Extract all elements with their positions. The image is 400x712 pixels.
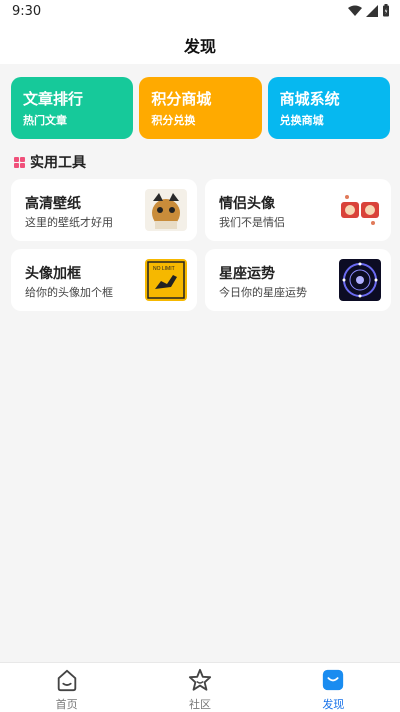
card-title: 积分商城 [151,90,212,108]
signal-icon [366,4,378,17]
status-bar: 9:30 [0,0,400,24]
shopping-bag-icon [323,669,344,691]
tool-subtitle: 这里的壁纸才好用 [25,216,113,229]
section-title: 实用工具 [30,155,86,171]
tool-hd-wallpaper[interactable]: 高清壁纸 这里的壁纸才好用 [11,179,197,241]
couple-avatar-thumbnail [339,189,381,231]
tab-label: 发现 [322,698,345,711]
bottom-tab-bar: 首页 社区 发现 [0,662,400,712]
sign-text: NO LIMIT [153,266,175,272]
tool-title: 高清壁纸 [25,196,81,212]
tool-couple-avatar[interactable]: 情侣头像 我们不是情侣 [205,179,391,241]
feature-cards: 文章排行 热门文章 积分商城 积分兑换 商城系统 兑换商城 [11,77,390,139]
top-bar: 发现 [0,24,400,64]
tab-label: 社区 [188,698,211,711]
tool-title: 星座运势 [219,266,275,282]
section-header: 实用工具 [14,152,86,172]
tool-subtitle: 给你的头像加个框 [25,286,113,299]
wallpaper-thumbnail [145,189,187,231]
card-subtitle: 兑换商城 [279,114,324,127]
tab-discover[interactable]: 发现 [267,663,400,712]
card-points-mall[interactable]: 积分商城 积分兑换 [139,77,262,139]
tool-avatar-frame[interactable]: 头像加框 给你的头像加个框 NO LIMIT [11,249,197,311]
card-subtitle: 热门文章 [23,114,67,127]
wifi-icon [348,5,362,16]
tool-subtitle: 我们不是情侣 [219,216,285,229]
avatar-frame-thumbnail: NO LIMIT [145,259,187,301]
status-icons [348,4,390,17]
card-article-ranking[interactable]: 文章排行 热门文章 [11,77,134,139]
card-subtitle: 积分兑换 [151,114,196,127]
card-mall-system[interactable]: 商城系统 兑换商城 [267,77,390,139]
page-title: 发现 [183,37,216,56]
tab-community[interactable]: 社区 [133,663,266,712]
status-time: 9:30 [12,4,42,19]
tab-label: 首页 [55,698,78,711]
home-icon [57,669,76,692]
card-title: 商城系统 [279,90,340,108]
tool-horoscope[interactable]: 星座运势 今日你的星座运势 [205,249,391,311]
tool-title: 头像加框 [25,266,81,282]
tools-grid: 高清壁纸 这里的壁纸才好用 情侣头像 我们不是情侣 头像加框 给你的头像加个框 … [11,179,391,311]
tool-title: 情侣头像 [219,196,275,212]
star-icon [188,668,212,691]
horoscope-thumbnail [339,259,381,301]
card-title: 文章排行 [23,90,84,108]
battery-icon [383,4,389,17]
tab-home[interactable]: 首页 [0,663,133,712]
tool-subtitle: 今日你的星座运势 [219,286,307,299]
grid-icon [14,156,25,168]
